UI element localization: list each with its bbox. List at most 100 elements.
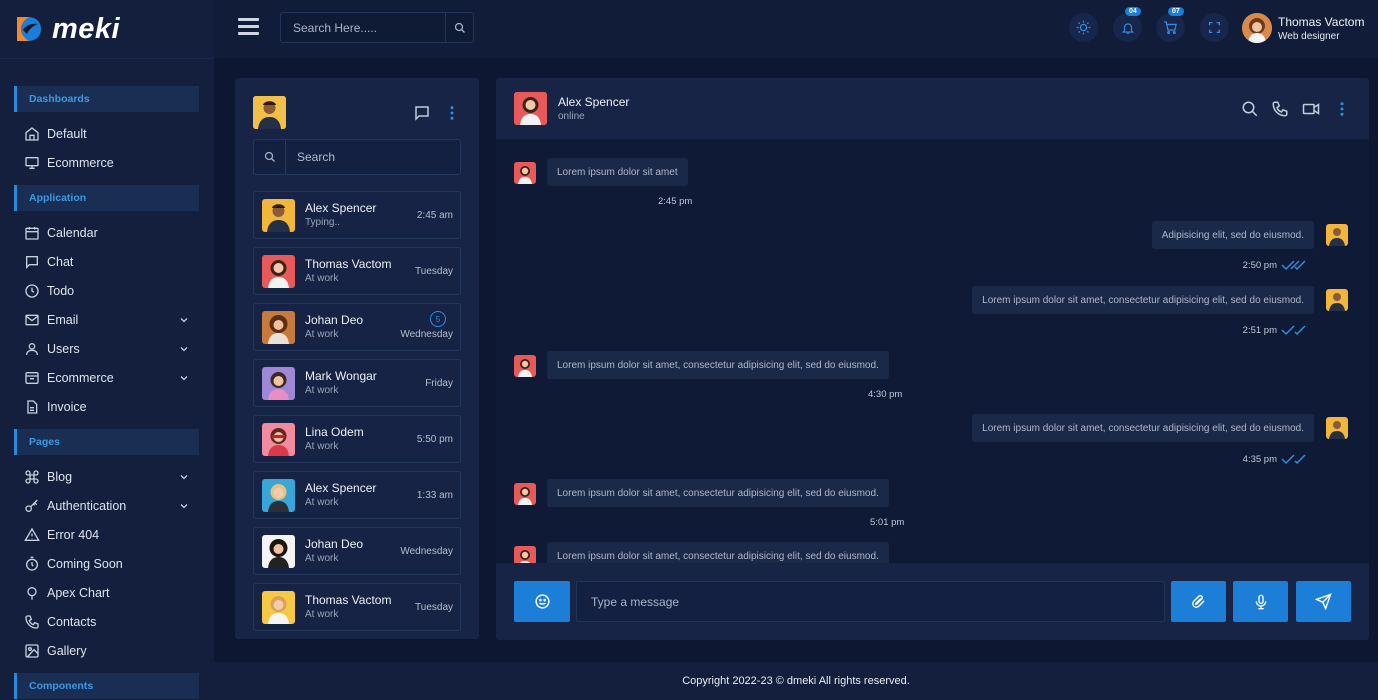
avatar [262, 591, 295, 624]
sidebar-item-coming-soon[interactable]: Coming Soon [24, 553, 194, 575]
contact-item[interactable]: Thomas Vactom At work Tuesday [253, 247, 461, 295]
sidebar-item-label: Blog [47, 470, 73, 484]
notifications-button[interactable]: 04 [1113, 7, 1142, 42]
attach-button[interactable] [1171, 581, 1226, 622]
avatar [1326, 289, 1348, 311]
sidebar-item-email[interactable]: Email [24, 309, 194, 331]
avatar [262, 255, 295, 288]
search-icon-wrapper [254, 140, 286, 174]
contact-name: Thomas Vactom [305, 257, 392, 271]
sidebar-item-gallery[interactable]: Gallery [24, 640, 194, 662]
sidebar-item-chat[interactable]: Chat [24, 251, 194, 273]
nav-section-dashboards: Dashboards [14, 86, 199, 112]
send-icon [1315, 593, 1332, 610]
message-bubble: Lorem ipsum dolor sit amet [547, 158, 688, 186]
sidebar-item-error-404[interactable]: Error 404 [24, 524, 194, 546]
new-chat-icon[interactable] [413, 104, 431, 122]
sidebar-item-apex-chart[interactable]: Apex Chart [24, 582, 194, 604]
contact-item[interactable]: Alex Spencer Typing.. 2:45 am [253, 191, 461, 239]
sidebar-item-label: Apex Chart [47, 586, 110, 600]
contact-name: Thomas Vactom [305, 593, 392, 607]
cart-icon [1164, 21, 1177, 35]
more-options-icon[interactable] [1333, 100, 1351, 118]
chat-header: Alex Spencer online [496, 78, 1369, 139]
cart-button[interactable]: 07 [1156, 7, 1185, 42]
chevron-down-icon [180, 504, 188, 509]
contact-time: 2:45 am [416, 210, 453, 221]
theme-toggle-button[interactable] [1069, 13, 1098, 42]
contact-item[interactable]: Lina Odem At work 5:50 pm [253, 415, 461, 463]
sidebar-item-authentication[interactable]: Authentication [24, 495, 194, 517]
contact-status: At work [305, 497, 339, 508]
more-options-icon[interactable] [443, 104, 461, 122]
contact-item[interactable]: Thomas Vactom At work Tuesday [253, 583, 461, 631]
user-role: Web designer [1278, 30, 1340, 42]
sidebar-item-invoice[interactable]: Invoice [24, 396, 194, 418]
sidebar-item-default[interactable]: Default [24, 123, 194, 145]
avatar[interactable] [253, 96, 286, 129]
avatar [1326, 224, 1348, 246]
sidebar-item-contacts[interactable]: Contacts [24, 611, 194, 633]
contact-item[interactable]: Johan Deo At work Wednesday [253, 527, 461, 575]
sidebar-item-calendar[interactable]: Calendar [24, 222, 194, 244]
user-profile-menu[interactable]: Thomas Vactom Web designer [1242, 13, 1364, 43]
sidebar-item-label: Chat [47, 255, 74, 269]
sidebar-item-ecommerce[interactable]: Ecommerce [24, 367, 194, 389]
contact-time: Wednesday [400, 329, 453, 340]
voice-button[interactable] [1233, 581, 1288, 622]
chat-composer [496, 563, 1369, 640]
search-button[interactable] [445, 13, 473, 42]
brand-logo[interactable]: meki [14, 12, 120, 46]
avatar [1242, 13, 1272, 43]
sidebar-item-label: Error 404 [47, 528, 100, 542]
home-icon [25, 127, 39, 141]
video-icon[interactable] [1302, 100, 1320, 118]
header-search-input[interactable] [281, 13, 446, 42]
message-time: 2:45 pm [658, 196, 693, 207]
avatar [262, 199, 295, 232]
chevron-down-icon [180, 318, 188, 323]
contact-status: At work [305, 385, 339, 396]
sidebar-item-label: Contacts [47, 615, 97, 629]
paperclip-icon [1192, 594, 1205, 608]
message-time: 2:51 pm [1243, 324, 1307, 336]
double-check-icon [1281, 325, 1306, 336]
sidebar-item-users[interactable]: Users [24, 338, 194, 360]
send-button[interactable] [1296, 581, 1351, 622]
contacts-search [253, 139, 461, 175]
message-time: 4:35 pm [1243, 453, 1307, 465]
contact-status: At work [305, 329, 339, 340]
contact-item[interactable]: Johan Deo At work 5 Wednesday [253, 303, 461, 351]
sidebar-item-ecommerce-dashboard[interactable]: Ecommerce [24, 152, 194, 174]
contact-item[interactable]: Mark Wongar At work Friday [253, 359, 461, 407]
message-input[interactable] [577, 582, 1164, 621]
contacts-search-input[interactable] [287, 140, 457, 174]
emoji-button[interactable] [514, 581, 570, 622]
sidebar-item-label: Invoice [47, 400, 87, 414]
sidebar-item-label: Todo [47, 284, 75, 298]
sidebar-item-blog[interactable]: Blog [24, 466, 194, 488]
nav-section-application: Application [14, 185, 199, 211]
contact-time: Tuesday [415, 266, 453, 277]
avatar [262, 311, 295, 344]
message-input-wrapper [576, 581, 1165, 622]
sidebar-item-todo[interactable]: Todo [24, 280, 194, 302]
phone-icon[interactable] [1271, 100, 1289, 118]
search-icon [264, 151, 275, 162]
contact-item[interactable]: Alex Spencer At work 1:33 am [253, 471, 461, 519]
contact-time: Tuesday [415, 602, 453, 613]
menu-toggle-icon[interactable] [238, 18, 259, 36]
avatar [514, 355, 536, 377]
contact-time: 1:33 am [416, 490, 453, 501]
divider [0, 58, 214, 59]
sun-icon [1076, 20, 1091, 35]
avatar [1326, 417, 1348, 439]
page-footer: Copyright 2022-23 © dmeki All rights res… [214, 662, 1378, 700]
avatar [262, 423, 295, 456]
search-icon[interactable] [1241, 100, 1259, 118]
brand-name: meki [52, 12, 121, 45]
fullscreen-button[interactable] [1200, 13, 1229, 42]
avatar [514, 483, 536, 505]
clock-icon [25, 284, 39, 298]
notifications-badge: 04 [1125, 7, 1141, 16]
